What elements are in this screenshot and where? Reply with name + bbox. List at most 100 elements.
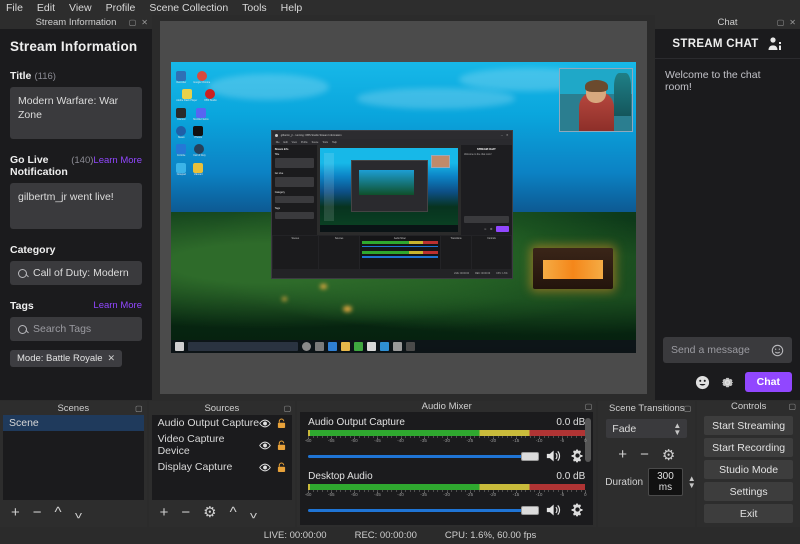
channel-volume-slider[interactable] (308, 450, 540, 462)
chat-dock-titlebar[interactable]: Chat ▢ ✕ (655, 15, 800, 29)
scene-transitions-dock-titlebar[interactable]: Scene Transitions ▢ (598, 401, 696, 415)
desktop-icon[interactable]: Recorder (176, 70, 187, 84)
move-down-icon[interactable]: ^ (250, 504, 257, 521)
remove-icon[interactable]: − (181, 504, 190, 521)
spinner-icon[interactable]: ▲ ▼ (688, 475, 696, 490)
chat-message-input[interactable]: Send a message (663, 337, 792, 363)
app-icon[interactable] (392, 341, 402, 351)
menu-item-file[interactable]: File (6, 2, 23, 14)
gear-icon[interactable]: ⚙ (662, 446, 675, 464)
desktop-icon[interactable]: Steam (176, 125, 187, 139)
lock-icon[interactable] (277, 462, 286, 473)
taskbar-search[interactable] (187, 341, 298, 351)
add-icon[interactable]: + (11, 504, 20, 521)
desktop-icon[interactable]: Call of Duty (193, 144, 206, 157)
channel-volume-slider[interactable] (308, 504, 540, 516)
desktop-icon[interactable]: Adobe Flash Player (176, 89, 197, 102)
settings-button[interactable]: Settings (704, 482, 793, 501)
source-list-item[interactable]: Display Capture (152, 459, 293, 475)
remove-icon[interactable]: − (640, 446, 649, 464)
taskview-icon[interactable] (314, 341, 324, 351)
speaker-icon[interactable] (546, 503, 563, 517)
desktop-icon[interactable]: Notepad (176, 162, 187, 176)
desktop-icon[interactable]: Discord (176, 107, 187, 121)
menu-item-profile[interactable]: Profile (106, 2, 136, 14)
close-icon[interactable]: ✕ (141, 18, 148, 27)
store-icon[interactable] (379, 341, 389, 351)
move-up-icon[interactable]: ^ (55, 504, 62, 521)
start-icon[interactable] (174, 341, 184, 351)
camera-icon[interactable] (366, 341, 376, 351)
float-icon[interactable]: ▢ (684, 404, 692, 413)
gear-icon[interactable] (570, 448, 585, 463)
eye-icon[interactable] (259, 463, 271, 472)
speaker-icon[interactable] (546, 449, 563, 463)
desktop-icon[interactable]: Fortnite (176, 144, 187, 157)
lock-icon[interactable] (277, 440, 286, 451)
sources-list[interactable]: Audio Output Capture Video Capture Devic… (152, 415, 293, 500)
slider-handle[interactable] (521, 505, 540, 515)
float-icon[interactable]: ▢ (129, 18, 137, 27)
title-input[interactable]: Modern Warfare: War Zone (10, 87, 142, 139)
studio-mode-button[interactable]: Studio Mode (704, 460, 793, 479)
close-icon[interactable]: ✕ (789, 18, 796, 27)
float-icon[interactable]: ▢ (777, 18, 785, 27)
preview-canvas[interactable]: Recorder Google Chrome Adobe Flash Playe… (160, 21, 647, 394)
preview-area[interactable]: Recorder Google Chrome Adobe Flash Playe… (152, 15, 655, 400)
eye-icon[interactable] (259, 441, 271, 450)
move-down-icon[interactable]: ^ (75, 504, 82, 521)
menu-item-view[interactable]: View (69, 2, 92, 14)
gear-icon[interactable] (570, 502, 585, 517)
float-icon[interactable]: ▢ (788, 402, 796, 411)
community-user-icon[interactable] (767, 36, 783, 52)
desktop-icon[interactable]: Google Chrome (193, 70, 210, 84)
scenes-dock-titlebar[interactable]: Scenes ▢ (0, 401, 147, 415)
desktop-icon[interactable]: Mozilla Firefox (193, 107, 209, 121)
chat-send-button[interactable]: Chat (744, 372, 792, 392)
exit-button[interactable]: Exit (704, 504, 793, 523)
cortana-icon[interactable] (301, 341, 311, 351)
remove-icon[interactable]: − (33, 504, 42, 521)
controls-dock-titlebar[interactable]: Controls ▢ (697, 401, 800, 412)
explorer-icon[interactable] (340, 341, 350, 351)
desktop-icon[interactable]: Photos (193, 125, 204, 139)
source-list-item[interactable]: Video Capture Device (152, 431, 293, 459)
stream-information-dock-titlebar[interactable]: Stream Information ▢ ✕ (0, 15, 152, 29)
eye-icon[interactable] (259, 419, 271, 428)
start-recording-button[interactable]: Start Recording (704, 438, 793, 457)
lock-icon[interactable] (277, 418, 286, 429)
close-icon[interactable]: ✕ (108, 353, 116, 364)
gear-icon[interactable] (720, 375, 735, 390)
edge-icon[interactable] (327, 341, 337, 351)
add-icon[interactable]: + (160, 504, 169, 521)
source-list-item[interactable]: Audio Output Capture (152, 415, 293, 431)
emote-icon[interactable] (695, 375, 710, 390)
golive-learn-more-link[interactable]: Learn More (93, 155, 142, 166)
menu-item-help[interactable]: Help (281, 2, 303, 14)
emote-circle-icon[interactable] (771, 344, 784, 357)
sources-dock-titlebar[interactable]: Sources ▢ (148, 401, 296, 415)
move-up-icon[interactable]: ^ (230, 504, 237, 521)
golive-notification-input[interactable]: gilbertm_jr went live! (10, 183, 142, 229)
transition-select[interactable]: Fade ▲ ▼ (606, 419, 688, 438)
category-input[interactable]: Call of Duty: Modern (10, 261, 142, 285)
desktop-icon[interactable]: Valorant (193, 162, 204, 176)
menu-item-edit[interactable]: Edit (37, 2, 55, 14)
menu-item-scene-collection[interactable]: Scene Collection (149, 2, 228, 14)
tags-search-input[interactable]: Search Tags (10, 317, 142, 341)
app-icon[interactable] (353, 341, 363, 351)
float-icon[interactable]: ▢ (585, 402, 593, 411)
scene-list-item[interactable]: Scene (3, 415, 144, 431)
scenes-list[interactable]: Scene (3, 415, 144, 500)
duration-input[interactable]: 300 ms (648, 468, 683, 496)
gear-icon[interactable]: ⚙ (203, 503, 216, 521)
tag-chip[interactable]: Mode: Battle Royale ✕ (10, 350, 123, 367)
menu-item-tools[interactable]: Tools (242, 2, 267, 14)
app-icon[interactable] (405, 341, 415, 351)
float-icon[interactable]: ▢ (284, 404, 292, 413)
audio-mixer-dock-titlebar[interactable]: Audio Mixer ▢ (297, 401, 597, 412)
tags-learn-more-link[interactable]: Learn More (93, 300, 142, 312)
start-streaming-button[interactable]: Start Streaming (704, 416, 793, 435)
add-icon[interactable]: + (618, 446, 627, 464)
desktop-icon[interactable]: OBS Studio (204, 89, 217, 102)
